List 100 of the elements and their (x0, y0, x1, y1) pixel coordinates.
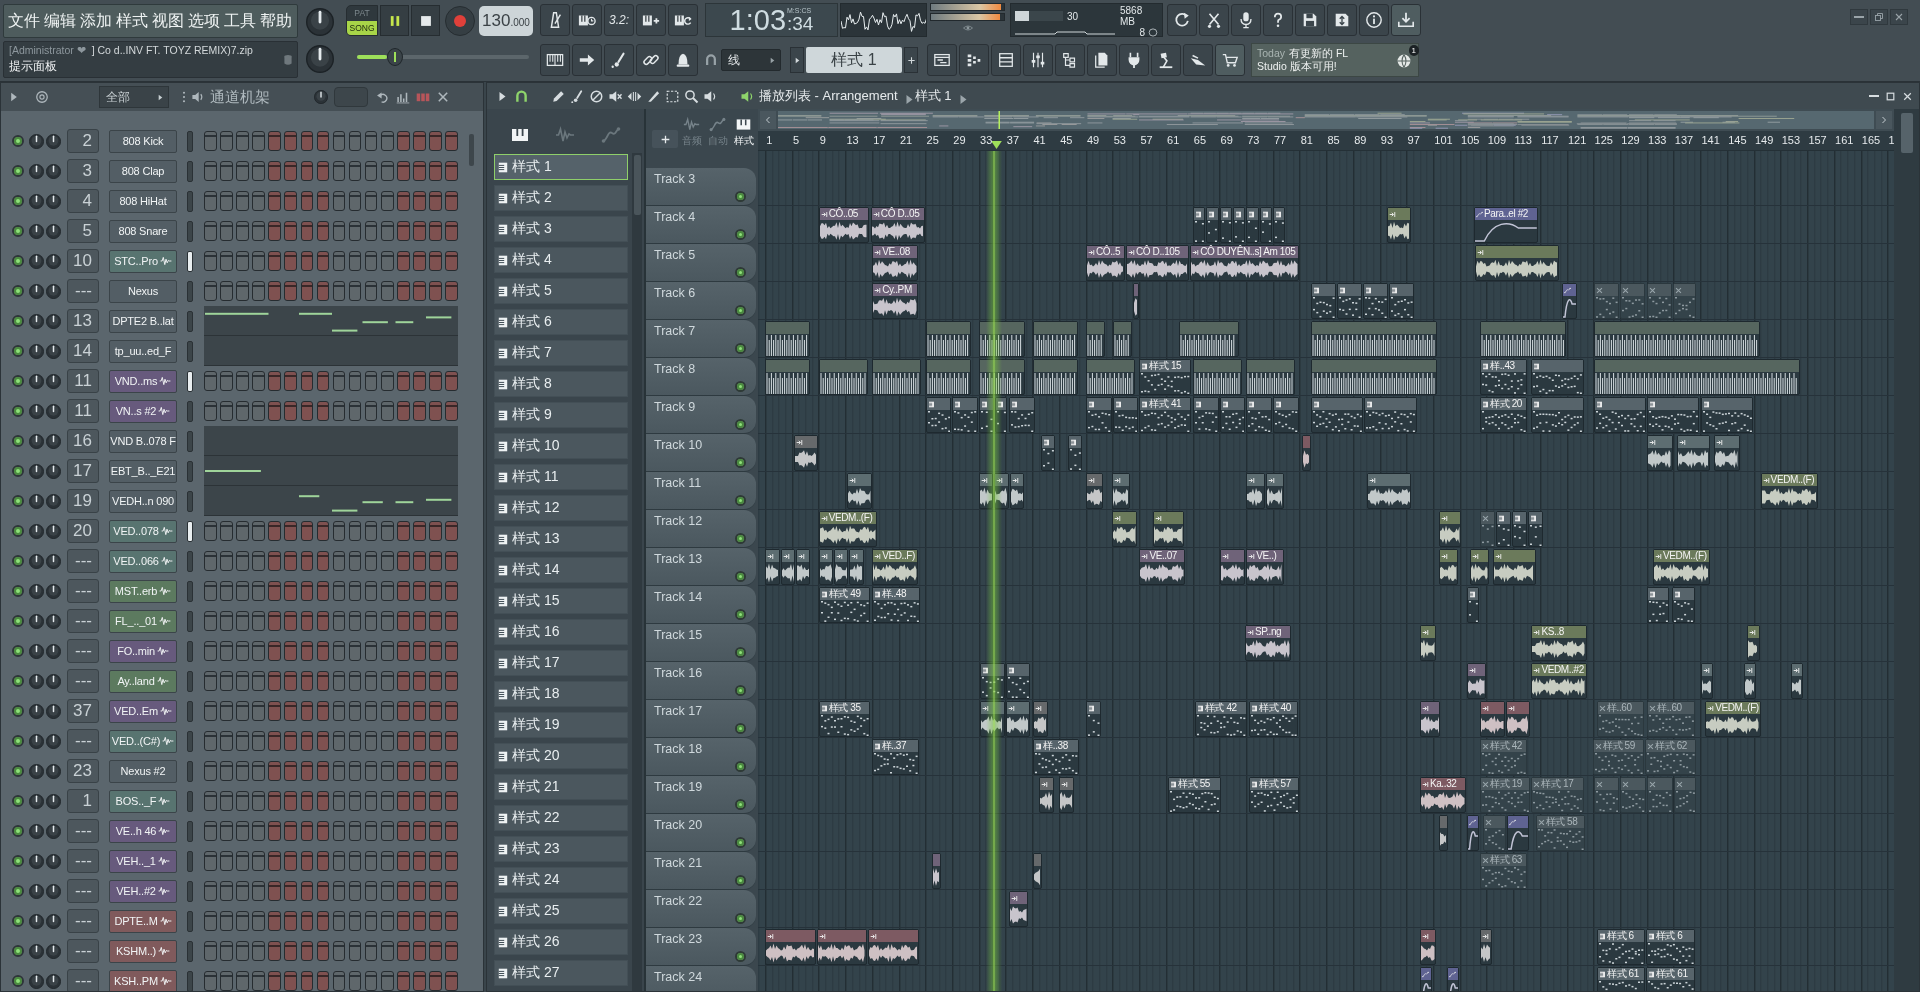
drum-pattern-clip[interactable] (1311, 321, 1437, 357)
step-button[interactable] (220, 971, 233, 991)
muted-pattern-clip[interactable] (1620, 777, 1647, 813)
drum-pattern-clip[interactable] (872, 359, 922, 395)
step-button[interactable] (381, 191, 394, 211)
step-button[interactable] (397, 851, 410, 871)
track-header[interactable]: Track 18 (646, 738, 756, 776)
menu-item[interactable]: 工具 (222, 6, 258, 36)
audio-clip[interactable] (1713, 435, 1740, 471)
step-button[interactable] (268, 281, 281, 301)
close-button[interactable] (436, 90, 450, 104)
channel-name-button[interactable]: 808 Snare (109, 219, 177, 243)
step-button[interactable] (284, 221, 297, 241)
track-enable-light[interactable] (735, 609, 746, 620)
step-button[interactable] (332, 641, 346, 661)
step-button[interactable] (445, 671, 458, 691)
channel-enable-light[interactable] (12, 975, 24, 987)
step-button[interactable] (284, 281, 297, 301)
step-button[interactable] (236, 221, 249, 241)
step-button[interactable] (413, 641, 426, 661)
step-button[interactable] (300, 761, 314, 781)
scrollbar-thumb[interactable] (633, 155, 641, 215)
track-header[interactable]: Track 15 (646, 624, 756, 662)
step-button[interactable] (332, 821, 346, 841)
step-button[interactable] (332, 131, 346, 151)
step-button[interactable] (220, 821, 233, 841)
step-button[interactable] (332, 191, 346, 211)
step-button[interactable] (332, 401, 346, 421)
audio-clip[interactable] (1009, 891, 1029, 927)
audio-clip[interactable] (1506, 701, 1531, 737)
step-button[interactable] (268, 761, 281, 781)
step-button[interactable] (316, 581, 330, 601)
keys-clock-button[interactable] (572, 4, 602, 36)
step-button[interactable] (316, 851, 330, 871)
step-button[interactable] (413, 521, 426, 541)
step-button[interactable] (204, 911, 217, 931)
automation-clip[interactable]: Para..el #2 (1474, 207, 1538, 243)
step-button[interactable] (204, 671, 217, 691)
step-button[interactable] (397, 821, 410, 841)
step-button[interactable] (332, 701, 346, 721)
step-button[interactable] (252, 551, 265, 571)
pattern-list-item[interactable]: 样式 12 (494, 495, 628, 521)
step-button[interactable] (316, 611, 330, 631)
drum-pattern-clip[interactable] (1192, 359, 1242, 395)
step-button[interactable] (220, 191, 233, 211)
step-button[interactable] (413, 791, 426, 811)
audio-clip[interactable] (1747, 625, 1760, 661)
drum-pattern-clip[interactable] (1085, 359, 1136, 395)
audio-clip[interactable] (1470, 549, 1490, 585)
audio-clip[interactable]: CÔ..05 (818, 207, 869, 243)
mixer-track-field[interactable]: --- (67, 879, 99, 903)
step-button[interactable] (348, 131, 362, 151)
pattern-clip[interactable]: 样式 20 (1480, 397, 1528, 433)
pattern-clip[interactable] (1700, 397, 1753, 433)
pattern-clip[interactable] (1192, 397, 1219, 433)
track-header[interactable]: Track 22 (646, 890, 756, 928)
step-button[interactable] (236, 521, 249, 541)
step-button[interactable] (300, 161, 314, 181)
pan-knob[interactable] (46, 853, 61, 869)
step-button[interactable] (348, 521, 362, 541)
channel-name-button[interactable]: VED..(C#) (109, 729, 177, 753)
step-button[interactable] (381, 131, 394, 151)
step-button[interactable] (348, 821, 362, 841)
mixer-track-field[interactable]: --- (67, 579, 99, 603)
pan-knob[interactable] (46, 163, 61, 179)
step-button[interactable] (397, 191, 410, 211)
pattern-list-item[interactable]: 样式 19 (494, 712, 628, 738)
step-button[interactable] (268, 731, 281, 751)
channel-enable-light[interactable] (12, 135, 24, 147)
step-button[interactable] (220, 731, 233, 751)
audio-clip[interactable] (1039, 777, 1055, 813)
step-button[interactable] (445, 611, 458, 631)
pattern-clip[interactable] (1232, 207, 1246, 243)
pan-knob[interactable] (46, 643, 61, 659)
step-button[interactable] (348, 251, 362, 271)
pan-knob[interactable] (46, 673, 61, 689)
playhead-marker[interactable] (990, 141, 1002, 149)
step-button[interactable] (220, 611, 233, 631)
pattern-list-item[interactable]: 样式 7 (494, 340, 628, 366)
track-header[interactable]: Track 12 (646, 510, 756, 548)
step-button[interactable] (364, 521, 378, 541)
audio-clip[interactable] (1480, 701, 1506, 737)
step-button[interactable] (268, 611, 281, 631)
mixer-track-field[interactable]: 4 (67, 189, 99, 213)
track-lane[interactable]: CÔ..05 CÔ D..05 Para..el #2 (758, 206, 1894, 244)
pattern-list-item[interactable]: 样式 21 (494, 774, 628, 800)
step-button[interactable] (381, 251, 394, 271)
mode-option[interactable]: SONG (347, 20, 377, 35)
volume-knob[interactable] (29, 613, 44, 629)
step-button[interactable] (364, 251, 378, 271)
muted-pattern-clip[interactable] (1673, 283, 1697, 319)
pan-knob[interactable] (46, 403, 61, 419)
step-button[interactable] (316, 911, 330, 931)
pan-knob[interactable] (46, 343, 61, 359)
mixer-track-field[interactable]: 1 (67, 789, 99, 813)
channel-name-button[interactable]: VEH..#2 (109, 879, 177, 903)
channel-name-button[interactable]: VEDH..n 090 (109, 489, 177, 513)
audio-clip[interactable]: CÔ DUYÊN..s] Am 105 (1190, 245, 1299, 281)
step-button[interactable] (268, 701, 281, 721)
step-button[interactable] (381, 971, 394, 991)
